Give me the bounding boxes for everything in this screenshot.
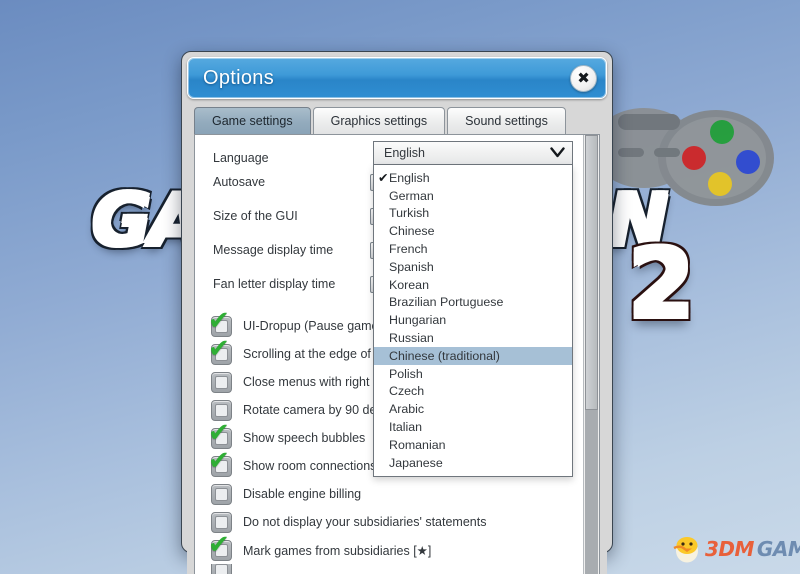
option-label: Polish — [389, 367, 423, 381]
check-icon: ✔ — [208, 336, 230, 362]
panel-scrollbar[interactable] — [583, 135, 599, 574]
row-label: Autosave — [213, 175, 265, 189]
watermark-secondary: GAME — [757, 537, 800, 561]
option-label: German — [389, 189, 434, 203]
option-label: Romanian — [389, 438, 445, 452]
option-label: English — [389, 171, 430, 185]
screen: GA N 2 — [0, 0, 800, 574]
dialog-titlebar: Options ✖ — [187, 57, 607, 99]
option-label: Spanish — [389, 260, 434, 274]
checkbox-label: Show speech bubbles — [243, 431, 365, 445]
check-icon: ✔ — [208, 448, 230, 474]
options-dialog: Options ✖ Game settings Graphics setting… — [181, 51, 613, 553]
language-option-english[interactable]: ✔ English — [374, 169, 572, 187]
checkbox-label: Disable engine billing — [243, 487, 361, 501]
language-option-korean[interactable]: Korean — [374, 276, 572, 294]
tab-label: Sound settings — [465, 114, 548, 128]
scrollbar-thumb[interactable] — [585, 135, 598, 410]
option-label: Russian — [389, 331, 434, 345]
close-icon: ✖ — [577, 71, 590, 86]
checkbox-icon[interactable]: ✔ — [211, 456, 232, 477]
checkbox-row-hide-subsidiary-statements[interactable]: Do not display your subsidiaries' statem… — [195, 508, 583, 536]
settings-list: Language Autosave Size of the GUI — [195, 135, 583, 574]
option-label: Korean — [389, 278, 429, 292]
option-label: Chinese (traditional) — [389, 349, 500, 363]
checkbox-row-partial[interactable] — [195, 564, 583, 574]
language-option-russian[interactable]: Russian — [374, 329, 572, 347]
language-dropdown-button[interactable]: English — [373, 141, 573, 165]
language-dropdown-value: English — [384, 146, 425, 160]
tab-label: Graphics settings — [331, 114, 428, 128]
option-label: Japanese — [389, 456, 443, 470]
tab-bar: Game settings Graphics settings Sound se… — [194, 106, 607, 134]
language-option-arabic[interactable]: Arabic — [374, 400, 572, 418]
check-icon: ✔ — [208, 532, 230, 558]
gamepad-icon — [596, 96, 786, 251]
watermark: 3DM GAME — [672, 534, 800, 564]
language-option-polish[interactable]: Polish — [374, 365, 572, 383]
language-option-italian[interactable]: Italian — [374, 418, 572, 436]
settings-panel: Language Autosave Size of the GUI — [194, 134, 600, 574]
chick-logo-icon — [672, 534, 702, 564]
language-option-czech[interactable]: Czech — [374, 383, 572, 401]
option-label: Czech — [389, 384, 424, 398]
language-option-hungarian[interactable]: Hungarian — [374, 311, 572, 329]
check-icon: ✔ — [208, 420, 230, 446]
close-button[interactable]: ✖ — [570, 65, 597, 92]
checkbox-row-disable-engine-billing[interactable]: Disable engine billing — [195, 480, 583, 508]
checkbox-icon[interactable] — [211, 372, 232, 393]
background-title-right: N — [608, 178, 666, 262]
language-dropdown-list[interactable]: ✔ English German Turkish — [373, 165, 573, 477]
row-label: Size of the GUI — [213, 209, 298, 223]
language-option-brazilian-portuguese[interactable]: Brazilian Portuguese — [374, 294, 572, 312]
language-dropdown[interactable]: English ✔ English — [373, 141, 573, 477]
chevron-down-icon — [550, 146, 565, 160]
option-label: Italian — [389, 420, 422, 434]
option-label: Hungarian — [389, 313, 446, 327]
watermark-primary: 3DM — [705, 537, 754, 561]
language-option-turkish[interactable]: Turkish — [374, 205, 572, 223]
tab-game-settings[interactable]: Game settings — [194, 107, 311, 134]
checkbox-label: Mark games from subsidiaries [★] — [243, 543, 431, 558]
scrollbar-track-lower[interactable] — [585, 408, 598, 574]
checkbox-icon[interactable] — [211, 564, 232, 574]
checkbox-label: Show room connections — [243, 459, 376, 473]
language-option-chinese-traditional[interactable]: Chinese (traditional) — [374, 347, 572, 365]
language-option-japanese[interactable]: Japanese — [374, 454, 572, 472]
option-label: Brazilian Portuguese — [389, 295, 503, 309]
language-option-chinese[interactable]: Chinese — [374, 222, 572, 240]
tab-label: Game settings — [212, 114, 293, 128]
language-option-spanish[interactable]: Spanish — [374, 258, 572, 276]
checkbox-row-mark-subsidiary-games[interactable]: ✔ Mark games from subsidiaries [★] — [195, 536, 583, 564]
option-label: Chinese — [389, 224, 434, 238]
tab-sound-settings[interactable]: Sound settings — [447, 107, 566, 134]
checkbox-icon[interactable]: ✔ — [211, 344, 232, 365]
row-label: Language — [213, 151, 269, 165]
dialog-title: Options — [203, 67, 274, 90]
background-title-number: 2 — [628, 228, 695, 340]
tab-graphics-settings[interactable]: Graphics settings — [313, 107, 446, 134]
option-label: Turkish — [389, 206, 429, 220]
language-option-french[interactable]: French — [374, 240, 572, 258]
checkbox-icon[interactable] — [211, 484, 232, 505]
language-option-romanian[interactable]: Romanian — [374, 436, 572, 454]
checkbox-icon[interactable]: ✔ — [211, 540, 232, 561]
check-icon: ✔ — [208, 308, 230, 334]
row-label: Fan letter display time — [213, 277, 335, 291]
option-label: Arabic — [389, 402, 424, 416]
check-icon: ✔ — [378, 170, 389, 185]
dialog-inner: Options ✖ Game settings Graphics setting… — [187, 57, 607, 574]
row-label: Message display time — [213, 243, 333, 257]
checkbox-label: UI-Dropup (Pause game) — [243, 319, 383, 333]
option-label: French — [389, 242, 428, 256]
language-option-german[interactable]: German — [374, 187, 572, 205]
checkbox-label: Do not display your subsidiaries' statem… — [243, 515, 486, 529]
